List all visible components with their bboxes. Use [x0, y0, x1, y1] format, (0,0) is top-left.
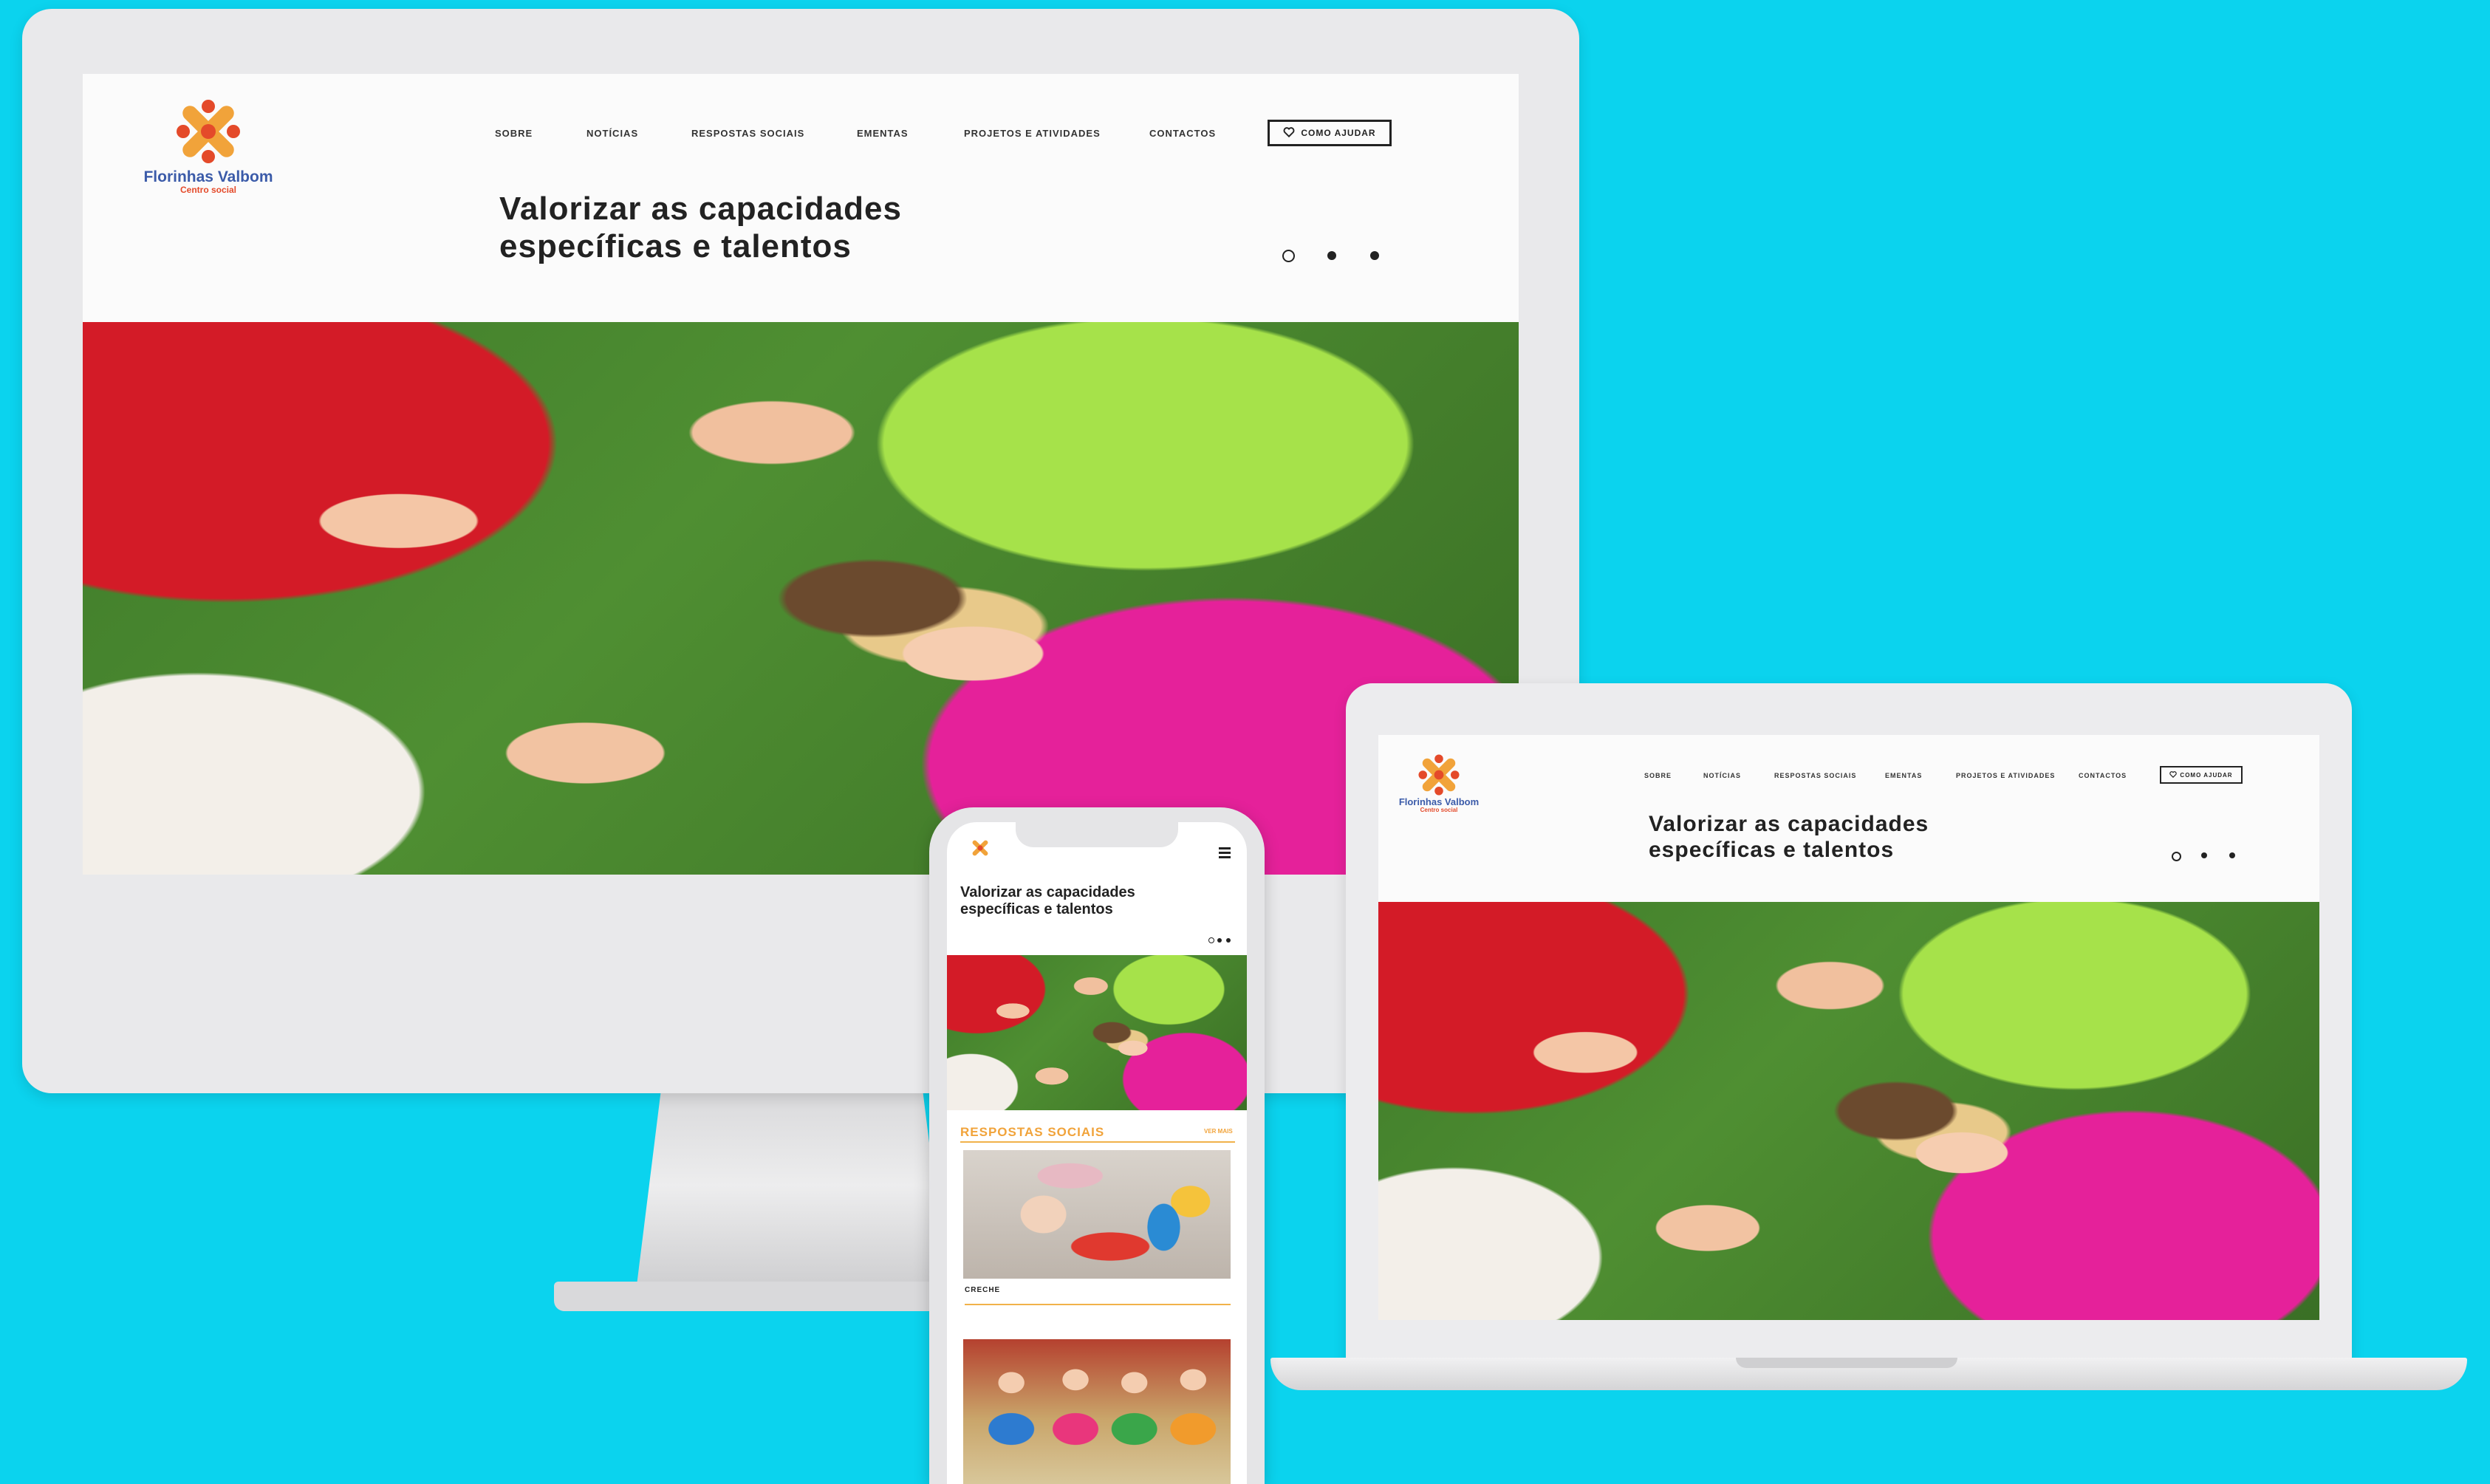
carousel-dot-3[interactable]: [1370, 251, 1379, 260]
hero-image: [1378, 902, 2319, 1320]
como-ajudar-label: COMO AJUDAR: [1301, 128, 1376, 138]
phone-notch: [1016, 822, 1178, 847]
imac-stand-neck: [637, 1086, 947, 1285]
nav-item-sobre[interactable]: SOBRE: [495, 128, 533, 139]
hero-image: [83, 322, 1519, 875]
hero-title: Valorizar as capacidades específicas e t…: [499, 191, 902, 265]
nav-item-noticias[interactable]: NOTÍCIAS: [1703, 772, 1741, 779]
hero-title-line2: específicas e talentos: [960, 901, 1113, 917]
nav-item-ementas[interactable]: EMENTAS: [1885, 772, 1922, 779]
brand-name: Florinhas Valbom: [143, 168, 273, 185]
hero-title-line1: Valorizar as capacidades: [499, 191, 902, 227]
nav-item-projetos[interactable]: PROJETOS E ATIVIDADES: [1956, 772, 2055, 779]
creche-image[interactable]: [963, 1150, 1231, 1279]
section-title-respostas: RESPOSTAS SOCIAIS: [960, 1125, 1105, 1139]
nav-item-sobre[interactable]: SOBRE: [1644, 772, 1672, 779]
carousel-dot-1[interactable]: [1282, 250, 1295, 262]
hero-title-line2: específicas e talentos: [1649, 837, 1895, 862]
heart-icon: [1283, 126, 1295, 140]
card-image-2[interactable]: [963, 1339, 1231, 1484]
carousel-dot-3[interactable]: [1226, 938, 1231, 943]
logo-icon[interactable]: [1415, 751, 1463, 802]
como-ajudar-button[interactable]: COMO AJUDAR: [2160, 766, 2243, 784]
heart-icon: [2169, 770, 2178, 779]
hero-title-line1: Valorizar as capacidades: [960, 884, 1135, 900]
hero-title: Valorizar as capacidades específicas e t…: [960, 884, 1135, 918]
logo-icon[interactable]: [171, 95, 245, 172]
nav-item-noticias[interactable]: NOTÍCIAS: [586, 128, 638, 139]
laptop-notch: [1736, 1358, 1957, 1368]
como-ajudar-button[interactable]: COMO AJUDAR: [1268, 120, 1392, 146]
mobile-website: Valorizar as capacidades específicas e t…: [947, 822, 1247, 1484]
brand-name: Florinhas Valbom: [1398, 796, 1480, 807]
section-divider: [960, 1141, 1235, 1143]
carousel-dot-3[interactable]: [2229, 852, 2235, 858]
hero-title-line2: específicas e talentos: [499, 228, 852, 264]
carousel-dot-1[interactable]: [1208, 937, 1214, 943]
carousel-dot-1[interactable]: [2172, 852, 2181, 861]
nav-item-contactos[interactable]: CONTACTOS: [2079, 772, 2127, 779]
logo-icon[interactable]: [969, 837, 991, 863]
brand-subtitle: Centro social: [179, 185, 237, 196]
hamburger-icon[interactable]: [1219, 847, 1231, 858]
card-label-creche[interactable]: CRECHE: [965, 1286, 1000, 1294]
laptop-website: Florinhas Valbom Centro social SOBRE NOT…: [1378, 735, 2319, 1320]
nav-item-projetos[interactable]: PROJETOS E ATIVIDADES: [964, 128, 1101, 139]
desktop-website: Florinhas Valbom Centro social SOBRE NOT…: [83, 74, 1519, 875]
ver-mais-link[interactable]: VER MAIS: [1204, 1128, 1233, 1135]
logo-text: Florinhas Valbom Centro social: [1395, 796, 1483, 814]
nav-item-respostas-sociais[interactable]: RESPOSTAS SOCIAIS: [691, 128, 804, 139]
carousel-dot-2[interactable]: [1327, 251, 1336, 260]
carousel-dot-2[interactable]: [2201, 852, 2207, 858]
nav-item-ementas[interactable]: EMENTAS: [857, 128, 909, 139]
brand-subtitle: Centro social: [1420, 807, 1458, 814]
nav-item-respostas-sociais[interactable]: RESPOSTAS SOCIAIS: [1774, 772, 1856, 779]
nav-item-contactos[interactable]: CONTACTOS: [1149, 128, 1216, 139]
carousel-dot-2[interactable]: [1217, 938, 1222, 943]
hero-title: Valorizar as capacidades específicas e t…: [1649, 812, 1929, 863]
como-ajudar-label: COMO AJUDAR: [2180, 771, 2233, 779]
hero-image: [947, 955, 1247, 1110]
hero-title-line1: Valorizar as capacidades: [1649, 812, 1929, 836]
card-divider: [965, 1304, 1231, 1305]
logo-text: Florinhas Valbom Centro social: [127, 168, 290, 195]
